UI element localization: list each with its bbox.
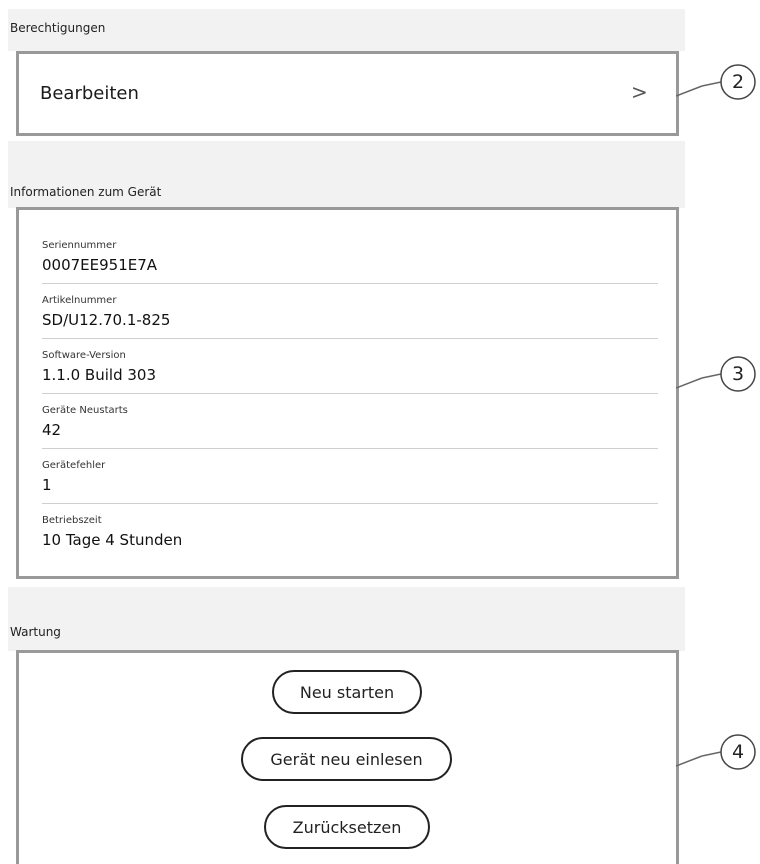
info-label: Geräte Neustarts [42,405,128,416]
callout-4: 4 [676,734,760,774]
info-value: SD/U12.70.1-825 [42,311,171,329]
info-value: 10 Tage 4 Stunden [42,531,183,549]
info-item-serial: Seriennummer 0007EE951E7A [42,240,658,275]
callout-number: 4 [731,741,745,763]
info-value: 1.1.0 Build 303 [42,366,156,384]
edit-permissions-row[interactable]: Bearbeiten > [19,54,676,133]
divider [42,338,658,339]
callout-number: 3 [731,363,745,385]
permissions-panel: Bearbeiten > [16,51,679,136]
chevron-right-icon: > [631,80,648,104]
divider [42,448,658,449]
edit-permissions-label: Bearbeiten [40,83,139,104]
info-label: Artikelnummer [42,295,117,306]
divider [42,503,658,504]
info-item-uptime: Betriebszeit 10 Tage 4 Stunden [42,515,658,550]
info-label: Betriebszeit [42,515,102,526]
callout-3: 3 [676,356,760,396]
permissions-section-label: Berechtigungen [10,21,106,35]
callout-number: 2 [731,71,745,93]
reload-device-button[interactable]: Gerät neu einlesen [241,737,452,781]
restart-button[interactable]: Neu starten [272,670,422,714]
divider [42,393,658,394]
info-item-article: Artikelnummer SD/U12.70.1-825 [42,295,658,330]
device-info-section-label: Informationen zum Gerät [10,185,162,199]
info-value: 0007EE951E7A [42,256,158,274]
info-label: Seriennummer [42,240,117,251]
info-value: 1 [42,476,52,494]
info-item-software: Software-Version 1.1.0 Build 303 [42,350,658,385]
device-info-panel: Seriennummer 0007EE951E7A Artikelnummer … [16,207,679,579]
divider [42,283,658,284]
info-value: 42 [42,421,62,439]
maintenance-section-label: Wartung [10,625,61,639]
maintenance-panel: Neu starten Gerät neu einlesen Zurückset… [16,650,679,864]
info-item-errors: Gerätefehler 1 [42,460,658,495]
maintenance-header-band [8,587,685,651]
info-label: Software-Version [42,350,126,361]
info-label: Gerätefehler [42,460,106,471]
callout-2: 2 [676,64,760,104]
permissions-header-band [8,9,685,51]
reset-button[interactable]: Zurücksetzen [264,805,430,849]
info-item-restarts: Geräte Neustarts 42 [42,405,658,440]
